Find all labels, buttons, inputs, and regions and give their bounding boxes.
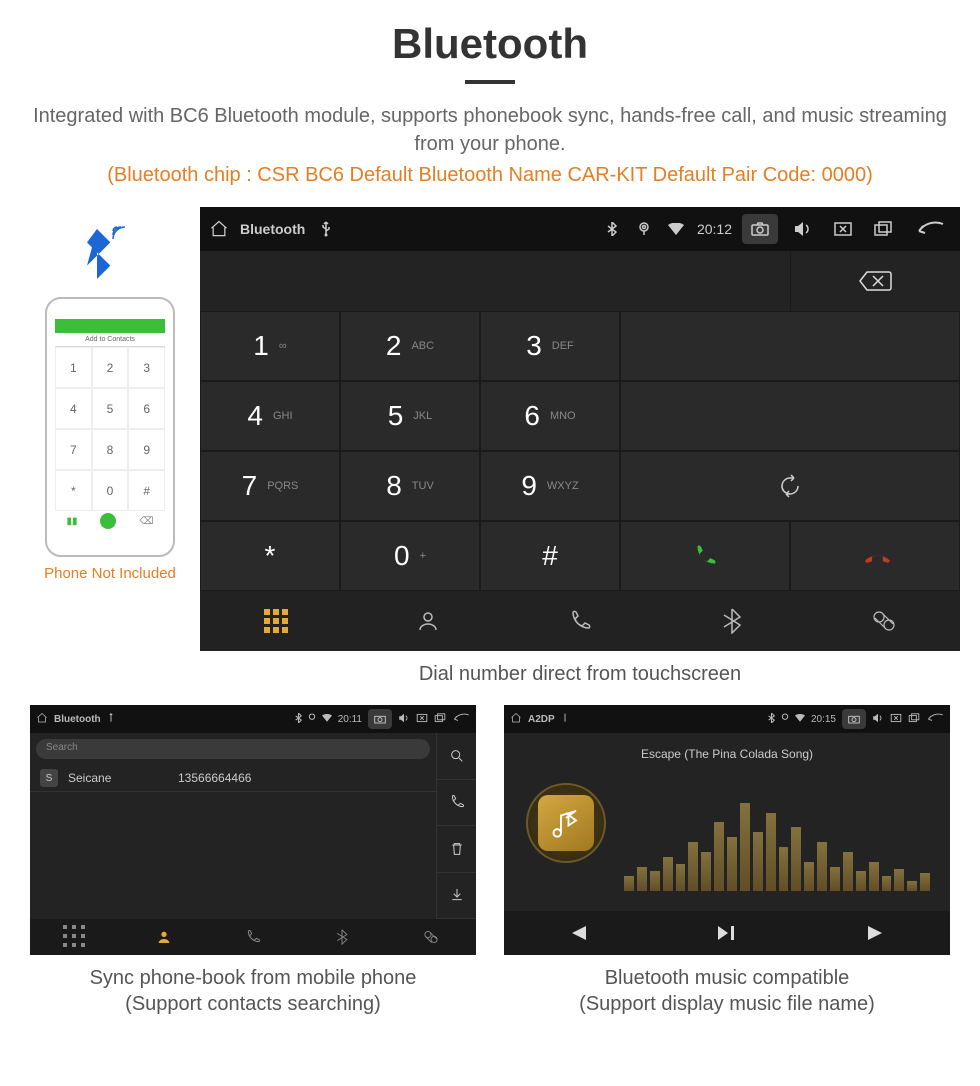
app-name: Bluetooth [240, 221, 305, 237]
call-button[interactable] [436, 780, 476, 827]
nav-settings[interactable] [387, 919, 476, 955]
usb-icon [561, 713, 569, 726]
page-title: Bluetooth [20, 20, 960, 68]
contact-name: Seicane [68, 771, 168, 785]
app-name: A2DP [528, 714, 555, 725]
refresh-button[interactable] [620, 451, 960, 521]
key-3[interactable]: 3DEF [480, 311, 620, 381]
contacts-status-bar: Bluetooth 20:11 [30, 705, 476, 733]
recent-apps-icon[interactable] [868, 217, 898, 241]
phone-not-included-label: Phone Not Included [20, 565, 200, 582]
search-button[interactable] [436, 733, 476, 780]
wifi-icon [665, 223, 687, 235]
nav-bluetooth[interactable] [656, 591, 808, 651]
play-pause-button[interactable] [653, 911, 802, 955]
location-icon [308, 713, 316, 726]
bluetooth-music-icon [538, 795, 594, 851]
close-app-icon[interactable] [416, 713, 428, 726]
album-art [526, 783, 606, 863]
key-7[interactable]: 7PQRS [200, 451, 340, 521]
wifi-icon [795, 714, 805, 725]
clock: 20:11 [338, 714, 362, 725]
back-icon[interactable] [908, 217, 952, 241]
search-input[interactable]: Search [36, 739, 430, 759]
key-6[interactable]: 6MNO [480, 381, 620, 451]
music-status-bar: A2DP 20:15 [504, 705, 950, 733]
nav-dialpad[interactable] [200, 591, 352, 651]
music-caption: Bluetooth music compatible(Support displ… [504, 965, 950, 1017]
clock: 20:12 [697, 221, 732, 237]
nav-contacts[interactable] [352, 591, 504, 651]
key-hash[interactable]: # [480, 521, 620, 591]
nav-call-log[interactable] [504, 591, 656, 651]
close-app-icon[interactable] [828, 217, 858, 241]
bottom-nav [200, 591, 960, 651]
nav-contacts[interactable] [119, 919, 208, 955]
nav-dialpad[interactable] [30, 919, 119, 955]
call-button[interactable] [620, 521, 790, 591]
clock: 20:15 [811, 714, 836, 725]
phone-mockup: Add to Contacts 123 456 789 *0# ▮▮ ⌫ [45, 297, 175, 557]
screenshot-button[interactable] [842, 709, 866, 729]
bluetooth-spec: (Bluetooth chip : CSR BC6 Default Blueto… [20, 164, 960, 187]
wifi-icon [322, 714, 332, 725]
title-underline [465, 80, 515, 84]
key-star[interactable]: * [200, 521, 340, 591]
bluetooth-status-icon [295, 713, 302, 726]
key-9[interactable]: 9WXYZ [480, 451, 620, 521]
description: Integrated with BC6 Bluetooth module, su… [20, 102, 960, 158]
music-panel: A2DP 20:15 Escape (The Pina Colada Song) [504, 705, 950, 955]
contact-number: 13566664466 [178, 771, 251, 785]
action-empty-1 [620, 311, 960, 381]
key-5[interactable]: 5JKL [340, 381, 480, 451]
recent-apps-icon[interactable] [908, 713, 920, 726]
signal-waves-icon [109, 219, 133, 249]
bluetooth-status-icon [768, 713, 775, 726]
home-icon[interactable] [208, 219, 230, 239]
app-name: Bluetooth [54, 714, 101, 725]
key-2[interactable]: 2ABC [340, 311, 480, 381]
nav-bluetooth[interactable] [298, 919, 387, 955]
visualizer [624, 793, 930, 891]
bluetooth-status-icon [601, 222, 623, 236]
usb-icon [107, 713, 115, 726]
download-button[interactable] [436, 873, 476, 920]
home-icon[interactable] [510, 712, 522, 727]
prev-button[interactable] [504, 911, 653, 955]
delete-button[interactable] [436, 826, 476, 873]
contacts-caption: Sync phone-book from mobile phone(Suppor… [30, 965, 476, 1017]
nav-call-log[interactable] [208, 919, 297, 955]
back-icon[interactable] [452, 713, 470, 726]
key-8[interactable]: 8TUV [340, 451, 480, 521]
track-title: Escape (The Pina Colada Song) [504, 747, 950, 761]
hangup-button[interactable] [790, 521, 960, 591]
volume-icon[interactable] [788, 217, 818, 241]
key-0[interactable]: 0+ [340, 521, 480, 591]
dialer-caption: Dial number direct from touchscreen [200, 661, 960, 687]
home-icon[interactable] [36, 712, 48, 727]
contacts-panel: Bluetooth 20:11 Search [30, 705, 476, 955]
volume-icon[interactable] [398, 713, 410, 726]
status-bar: Bluetooth 20:12 [200, 207, 960, 251]
screenshot-button[interactable] [368, 709, 392, 729]
backspace-button[interactable] [790, 251, 960, 311]
location-icon [633, 222, 655, 236]
dial-display [200, 251, 790, 311]
screenshot-button[interactable] [742, 214, 778, 244]
phone-add-contact: Add to Contacts [55, 333, 165, 347]
usb-icon [315, 221, 337, 237]
dialer-panel: 1∞2ABC3DEF 4GHI5JKL6MNO 7PQRS8TUV9WXYZ *0+# [200, 251, 960, 651]
location-icon [781, 713, 789, 726]
nav-settings[interactable] [808, 591, 960, 651]
volume-icon[interactable] [872, 713, 884, 726]
action-empty-2 [620, 381, 960, 451]
next-button[interactable] [801, 911, 950, 955]
back-icon[interactable] [926, 713, 944, 726]
contact-initial: S [40, 769, 58, 787]
recent-apps-icon[interactable] [434, 713, 446, 726]
key-1[interactable]: 1∞ [200, 311, 340, 381]
contact-row[interactable]: S Seicane 13566664466 [30, 765, 436, 792]
key-4[interactable]: 4GHI [200, 381, 340, 451]
close-app-icon[interactable] [890, 713, 902, 726]
